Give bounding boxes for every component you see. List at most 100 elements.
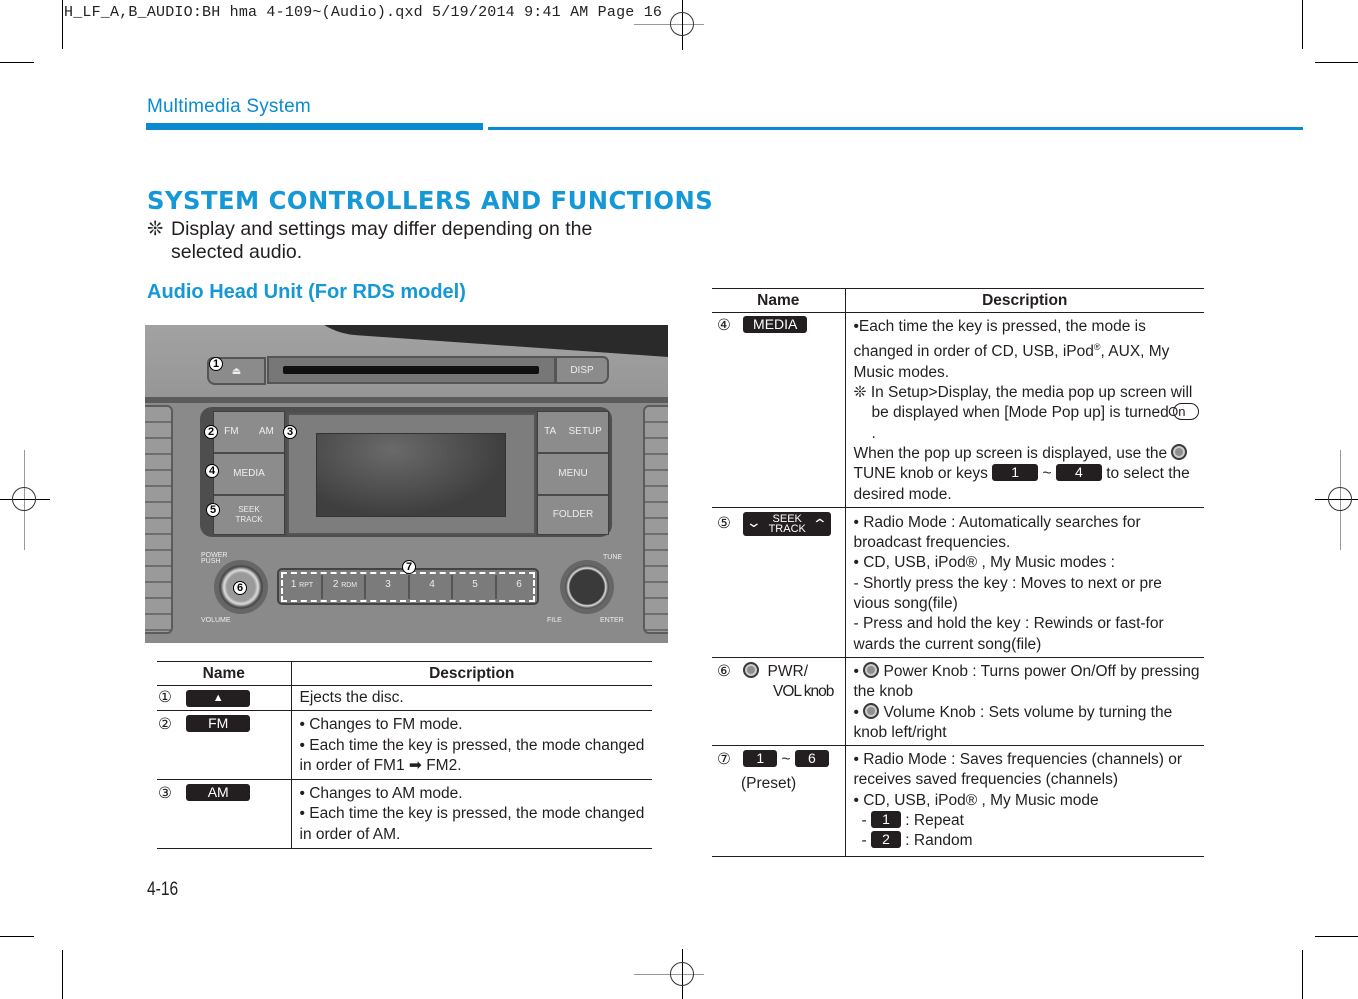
cd-slot — [267, 356, 556, 384]
header-name: Name — [157, 661, 292, 686]
left-button-column: FM AM MEDIA SEEK TRACK — [213, 411, 285, 535]
row-number: ④ — [717, 317, 731, 334]
repeat-key: 1 — [870, 810, 901, 828]
registration-mark — [670, 12, 694, 36]
air-vent — [643, 405, 668, 634]
callout-7: 7 — [402, 560, 416, 574]
table-row: ⑥ PWR/ VOL knob • Power Knob : Turns pow… — [712, 657, 1204, 747]
table-row: ③ AM • Changes to AM mode. • Each time t… — [157, 779, 652, 850]
volume-knob-icon — [863, 702, 880, 719]
crop-mark — [1302, 0, 1303, 49]
fm-am-button: FM AM — [214, 412, 284, 454]
chevron-down-icon: ⌄ — [745, 513, 763, 530]
row-number: ① — [158, 689, 172, 706]
callout-5: 5 — [206, 503, 220, 517]
file-slug: H_LF_A,B_AUDIO:BH hma 4-109~(Audio).qxd … — [64, 4, 663, 21]
table-header: Name Description — [157, 661, 652, 686]
row-description: - Shortly press the key : Moves to next … — [853, 574, 1162, 613]
row-description: Power Knob : Turns power On/Off by press… — [853, 662, 1200, 701]
page-title: SYSTEM CONTROLLERS AND FUNCTIONS — [147, 186, 714, 215]
row-number: ⑤ — [717, 514, 731, 532]
am-key: AM — [186, 784, 251, 802]
table-row: ⑤ ⌄ SEEK TRACK ⌃ • Radio Mode : Automati… — [712, 507, 1204, 658]
header-name: Name — [712, 288, 846, 313]
callout-6: 6 — [233, 581, 247, 595]
row-description: Ejects the disc. — [299, 689, 404, 706]
menu-button: MENU — [538, 454, 608, 496]
fm-key: FM — [186, 715, 251, 733]
row-description: • Each time the key is pressed, the mode… — [299, 805, 645, 843]
air-vent — [145, 405, 173, 634]
preset-key-6: 6 — [794, 750, 829, 768]
preset-highlight — [281, 572, 535, 602]
audio-head-unit-illustration: ⏏ DISP FM AM MEDIA SEEK TRACK TA SETUP MENU… — [145, 325, 668, 643]
ta-setup-button: TA SETUP — [538, 412, 608, 454]
header-description: Description — [845, 288, 1204, 313]
disp-button: DISP — [555, 356, 609, 384]
enter-label: ENTER — [600, 617, 624, 624]
row-description: Volume Knob : Sets volume by turning the… — [853, 703, 1173, 741]
pwr-vol-name-2: VOL knob — [773, 683, 834, 701]
header-rule — [488, 127, 1303, 130]
row-number: ⑦ — [717, 751, 731, 769]
table-row: ① ▲ Ejects the disc. — [157, 685, 652, 712]
note: ❊ Display and settings may differ dependi… — [147, 218, 667, 264]
row-number: ② — [158, 716, 172, 734]
pwr-vol-knob-icon — [743, 661, 760, 678]
media-button: MEDIA — [214, 454, 284, 496]
volume-label: VOLUME — [201, 617, 231, 624]
page-number: 4-16 — [147, 879, 179, 900]
crop-mark — [1315, 936, 1358, 937]
crop-mark — [0, 62, 34, 63]
row-number: ⑥ — [717, 662, 731, 680]
crop-mark — [1302, 950, 1303, 999]
header-description: Description — [291, 661, 652, 686]
eject-key: ▲ — [186, 690, 251, 707]
media-key: MEDIA — [743, 316, 808, 333]
registration-mark — [1328, 487, 1352, 511]
tune-knob — [565, 565, 609, 609]
controls-table-left: Name Description ① ▲ Ejects the disc. ② … — [157, 661, 652, 850]
header-bar — [146, 123, 483, 130]
preset-key-1: 1 — [743, 750, 778, 768]
row-description: • Changes to AM mode. — [299, 785, 463, 803]
controls-table-right: Name Description ④ MEDIA •Each time the … — [712, 288, 1204, 857]
callout-3: 3 — [283, 425, 297, 439]
callout-4: 4 — [205, 464, 219, 478]
tune-label: TUNE — [603, 554, 623, 561]
callout-1: 1 — [209, 357, 223, 371]
note-text-cont: selected audio. — [171, 241, 303, 263]
registration-mark — [670, 962, 694, 986]
folder-button: FOLDER — [552, 509, 594, 520]
table-row: ② FM • Changes to FM mode. • Each time t… — [157, 710, 652, 781]
preset-label: (Preset) — [741, 775, 797, 793]
media-note: In Setup>Display, the media pop up scree… — [870, 384, 1193, 422]
row-description: • Each time the key is pressed, the mode… — [299, 736, 645, 774]
table-header: Name Description — [712, 288, 1204, 313]
row-number: ③ — [158, 785, 172, 803]
row-description: • Changes to FM mode. — [299, 716, 463, 734]
seek-track-key: ⌄ SEEK TRACK ⌃ — [743, 511, 832, 536]
registration-mark — [12, 487, 36, 511]
crop-mark — [0, 936, 34, 937]
pwr-vol-name: PWR/ — [767, 662, 808, 680]
crop-mark — [62, 0, 63, 49]
on-indicator: On — [1168, 403, 1200, 421]
power-label: POWER PUSH — [201, 552, 228, 565]
row-description: • CD, USB, iPod® , My Music mode — [853, 791, 1099, 809]
power-knob-icon — [863, 661, 880, 678]
callout-2: 2 — [204, 425, 218, 439]
crop-mark — [1315, 62, 1358, 63]
preset-key-1: 1 — [992, 464, 1039, 482]
random-key: 2 — [870, 831, 901, 849]
chevron-up-icon: ⌃ — [812, 515, 829, 532]
row-description: • Radio Mode : Saves frequencies (channe… — [853, 751, 1183, 789]
row-description: • Radio Mode : Automatically searches fo… — [853, 513, 1141, 552]
display-screen — [316, 433, 506, 517]
table-row: ④ MEDIA •Each time the key is pressed, t… — [712, 312, 1204, 508]
section-title: Multimedia System — [147, 96, 311, 117]
right-button-column: TA SETUP MENU FOLDER — [537, 411, 609, 535]
file-label: FILE — [547, 617, 562, 624]
preset-key-4: 4 — [1055, 464, 1102, 482]
table-row: ⑦ 1 ~ 6 (Preset) • Radio Mode : Saves fr… — [712, 745, 1204, 857]
